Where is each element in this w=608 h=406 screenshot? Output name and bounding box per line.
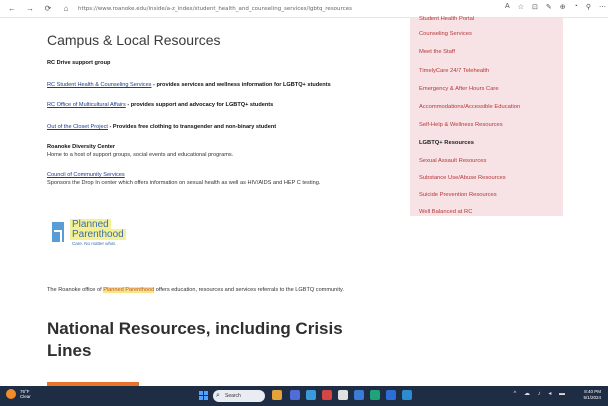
edge-icon[interactable] (306, 390, 316, 400)
address-bar[interactable]: https://www.roanoke.edu/inside/a-z_index… (78, 3, 378, 15)
closet-desc: - Provides free clothing to transgender … (107, 124, 277, 130)
pp-logo-icon (52, 222, 64, 246)
home-icon[interactable]: ⌂ (60, 3, 72, 15)
pp-logo-tagline: Care. No matter what. (72, 241, 117, 246)
sidebar-item-accommodations[interactable]: Accommodations/Accessible Education (419, 104, 520, 110)
forward-icon[interactable]: → (24, 3, 36, 15)
weather-desc: Clear (20, 394, 31, 399)
roanoke-para-highlight: Planned Parenthood (103, 287, 155, 293)
taskbar-search[interactable]: Search (213, 390, 265, 402)
closet-link[interactable]: Out of the Closet Project (47, 124, 108, 130)
sidebar-nav: Student Health Portal Counseling Service… (410, 16, 563, 216)
system-tray[interactable]: ^ ☁ ♪ ◂ ▬ (514, 390, 569, 397)
sidebar-item-substance[interactable]: Substance Use/Abuse Resources (419, 175, 506, 181)
sidebar-item-sexual-assault[interactable]: Sexual Assault Resources (419, 158, 486, 164)
planned-parenthood-logo[interactable]: Planned Parenthood Care. No matter what. (52, 216, 158, 254)
page-content: Campus & Local Resources RC Drive suppor… (0, 16, 608, 386)
browser-toolbar-icons: A ☆ ⊡ ✎ ⊕ ◔ ⚲ ⋯ (505, 3, 606, 11)
sidebar-item-lgbtq[interactable]: LGBTQ+ Resources (419, 140, 474, 146)
rc-health-entry: RC Student Health & Counseling Services … (47, 82, 331, 89)
clock-date: 5/1/2024 (583, 395, 601, 400)
diversity-title: Roanoke Diversity Center (47, 144, 116, 150)
rc-drive-text: RC Drive support group (47, 60, 111, 66)
sidebar-item-timelycare[interactable]: TimelyCare 24/7 Telehealth (419, 68, 489, 74)
campus-heading: Campus & Local Resources (47, 32, 221, 48)
back-icon[interactable]: ← (6, 3, 18, 15)
rc-health-link[interactable]: RC Student Health & Counseling Services (47, 82, 151, 88)
teams-icon[interactable] (370, 390, 380, 400)
sidebar-item-counseling[interactable]: Counseling Services (419, 31, 472, 37)
widget-app-icon[interactable] (272, 390, 282, 400)
sidebar-item-emergency[interactable]: Emergency & After Hours Care (419, 86, 499, 92)
rc-multicultural-link[interactable]: RC Office of Multicultural Affairs (47, 102, 126, 108)
favorite-star-icon[interactable]: ☆ (518, 3, 524, 11)
pp-logo-line2: Parenthood (70, 229, 126, 240)
diversity-desc: Home to a host of support groups, social… (47, 152, 234, 158)
chrome-icon[interactable] (322, 390, 332, 400)
read-aloud-icon[interactable]: A (505, 3, 510, 11)
weather-widget[interactable]: 76°F Clear (20, 389, 31, 399)
rc-multicultural-entry: RC Office of Multicultural Affairs - pro… (47, 102, 273, 109)
national-heading: National Resources, including Crisis Lin… (47, 319, 343, 360)
sidebar-item-student-health-portal[interactable]: Student Health Portal (419, 16, 474, 22)
extensions-icon[interactable]: ◔ (574, 3, 578, 11)
taskbar-clock[interactable]: 8:40 PM 5/1/2024 (583, 389, 601, 401)
word-icon[interactable] (402, 390, 412, 400)
collections-icon[interactable]: ⊕ (560, 3, 566, 11)
roanoke-para-post: offers education, resources and services… (154, 287, 344, 293)
profile-icon[interactable]: ⚲ (586, 3, 591, 11)
council-link[interactable]: Council of Community Services (47, 172, 125, 178)
roanoke-pp-paragraph: The Roanoke office of Planned Parenthood… (47, 286, 377, 294)
weather-icon[interactable] (6, 389, 16, 399)
outlook-icon[interactable] (386, 390, 396, 400)
rc-health-desc: - provides services and wellness informa… (151, 82, 331, 88)
council-desc: Sponsors the Drop In center which offers… (47, 180, 321, 186)
rc-multicultural-desc: - provides support and advocacy for LGBT… (125, 102, 274, 108)
taskbar: 76°F Clear Search ^ ☁ ♪ ◂ ▬ 8:40 PM 5/1/… (0, 386, 608, 406)
sidebar-item-well-balanced[interactable]: Well Balanced at RC (419, 209, 472, 215)
roanoke-para-pre: The Roanoke office of (47, 287, 104, 293)
notes-icon[interactable]: ✎ (546, 3, 552, 11)
closet-entry: Out of the Closet Project - Provides fre… (47, 124, 276, 131)
more-menu-icon[interactable]: ⋯ (599, 3, 606, 11)
windows-start-icon[interactable] (199, 391, 208, 400)
browser-toolbar: ← → ⟳ ⌂ https://www.roanoke.edu/inside/a… (0, 0, 608, 18)
sidebar-item-suicide[interactable]: Suicide Prevention Resources (419, 192, 497, 198)
task-view-icon[interactable] (290, 390, 300, 400)
sidebar-item-self-help[interactable]: Self-Help & Wellness Resources (419, 122, 503, 128)
reload-icon[interactable]: ⟳ (42, 3, 54, 15)
sidebar-item-staff[interactable]: Meet the Staff (419, 49, 455, 55)
store-icon[interactable] (354, 390, 364, 400)
file-explorer-icon[interactable] (338, 390, 348, 400)
council-entry: Council of Community Services (47, 172, 125, 179)
split-screen-icon[interactable]: ⊡ (532, 3, 538, 11)
